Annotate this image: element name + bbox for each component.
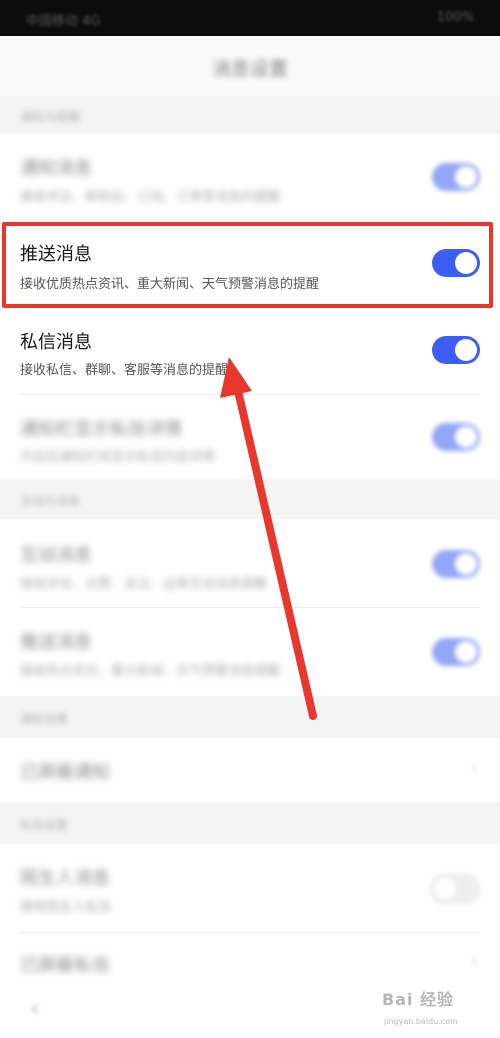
annotation-arrow [220, 357, 317, 720]
watermark-url: jingyan.baidu.com [384, 1017, 458, 1026]
watermark-brand: Bai 经验 [382, 990, 455, 1009]
